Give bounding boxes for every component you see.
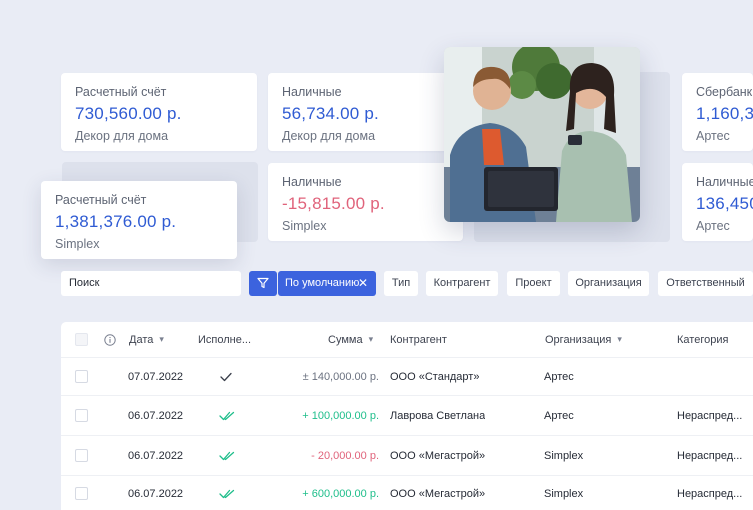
account-card[interactable]: Сбербанк 1,160,37 Артес: [682, 73, 753, 151]
account-balance: 730,560.00 р.: [75, 104, 182, 123]
filter-project[interactable]: Проект: [507, 271, 560, 296]
column-organization-label: Организация: [545, 333, 612, 346]
row-organization: Simplex: [544, 487, 584, 500]
account-organization: Артес: [696, 219, 730, 233]
account-card[interactable]: Расчетный счёт 730,560.00 р. Декор для д…: [61, 73, 257, 151]
account-balance: 136,450: [696, 194, 753, 213]
account-name: Расчетный счёт: [75, 85, 167, 99]
column-counterparty[interactable]: Контрагент: [390, 322, 447, 357]
default-filter-chip[interactable]: По умолчанию ✕: [278, 271, 376, 296]
table-row[interactable]: 06.07.2022 - 20,000.00 р. ООО «Мегастрой» S…: [61, 436, 753, 476]
row-category: Нераспред...: [677, 487, 743, 500]
column-executed-label: Исполне...: [198, 333, 252, 346]
table-row[interactable]: 06.07.2022 + 600,000.00 р. ООО «Мегастрой»…: [61, 474, 753, 510]
row-select-cell: [75, 474, 88, 510]
filter-counterparty[interactable]: Контрагент: [426, 271, 498, 296]
row-date: 07.07.2022: [128, 370, 184, 383]
info-cell: [104, 322, 116, 357]
search-input[interactable]: Поиск: [61, 271, 241, 296]
filter-button[interactable]: [249, 271, 277, 296]
double-check-icon: [219, 396, 235, 435]
row-amount: + 100,000.00 р.: [302, 409, 379, 422]
table-row[interactable]: 07.07.2022 ± 140,000.00 р. ООО «Стандарт» А…: [61, 358, 753, 396]
account-card-floating[interactable]: Расчетный счёт 1,381,376.00 р. Simplex: [41, 181, 237, 259]
select-all-checkbox[interactable]: [75, 333, 88, 346]
row-checkbox[interactable]: [75, 487, 88, 500]
filter-type[interactable]: Тип: [384, 271, 418, 296]
row-date: 06.07.2022: [128, 449, 184, 462]
row-amount: ± 140,000.00 р.: [302, 370, 379, 383]
column-category-label: Категория: [677, 333, 729, 346]
row-counterparty: Лаврова Светлана: [390, 409, 486, 422]
row-select-cell: [75, 436, 88, 475]
row-checkbox[interactable]: [75, 370, 88, 383]
column-date-label: Дата: [129, 333, 154, 346]
account-organization: Декор для дома: [75, 129, 169, 143]
account-balance: 56,734.00 р.: [282, 104, 379, 123]
row-counterparty: ООО «Мегастрой»: [390, 449, 486, 462]
account-organization: Simplex: [55, 237, 100, 251]
column-counterparty-label: Контрагент: [390, 333, 447, 346]
account-card[interactable]: Наличные 136,450 Артес: [682, 163, 753, 241]
account-card[interactable]: Наличные 56,734.00 р. Декор для дома: [268, 73, 463, 151]
column-executed[interactable]: Исполне...: [198, 322, 251, 357]
row-organization: Артес: [544, 370, 574, 383]
column-amount-label: Сумма: [328, 333, 363, 346]
transactions-table: Дата ▾ Исполне... Сумма ▾ Контрагент Орг…: [61, 322, 753, 510]
row-organization: Артес: [544, 409, 574, 422]
row-checkbox[interactable]: [75, 409, 88, 422]
account-balance: -15,815.00 р.: [282, 194, 385, 213]
row-select-cell: [75, 358, 88, 395]
column-amount[interactable]: Сумма ▾: [328, 322, 373, 357]
table-row[interactable]: 06.07.2022 + 100,000.00 р. Лаврова Светлан…: [61, 396, 753, 436]
row-date: 06.07.2022: [128, 487, 184, 500]
chevron-down-icon: ▾: [368, 334, 374, 344]
double-check-icon: [219, 474, 235, 510]
row-category: Нераспред...: [677, 449, 743, 462]
row-counterparty: ООО «Стандарт»: [390, 370, 480, 383]
row-amount: - 20,000.00 р.: [311, 449, 379, 462]
account-name: Сбербанк: [696, 85, 753, 99]
row-amount: + 600,000.00 р.: [302, 487, 379, 500]
account-name: Наличные: [696, 175, 753, 189]
account-balance: 1,381,376.00 р.: [55, 212, 177, 231]
filter-responsible[interactable]: Ответственный: [658, 271, 753, 296]
account-organization: Артес: [696, 129, 730, 143]
account-name: Расчетный счёт: [55, 193, 147, 207]
select-all-cell: [75, 322, 88, 357]
double-check-icon: [219, 436, 235, 475]
account-name: Наличные: [282, 85, 342, 99]
chevron-down-icon: ▾: [617, 334, 622, 344]
account-name: Наличные: [282, 175, 342, 189]
account-organization: Simplex: [282, 219, 327, 233]
row-date: 06.07.2022: [128, 409, 184, 422]
account-organization: Декор для дома: [282, 129, 376, 143]
row-checkbox[interactable]: [75, 449, 88, 462]
column-category[interactable]: Категория: [677, 322, 728, 357]
info-icon[interactable]: [104, 333, 116, 346]
team-photo: [444, 47, 640, 222]
row-counterparty: ООО «Мегастрой»: [390, 487, 486, 500]
account-balance: 1,160,37: [696, 104, 753, 123]
row-category: Нераспред...: [677, 409, 743, 422]
check-icon: [219, 358, 233, 395]
default-filter-label: По умолчанию: [285, 277, 360, 289]
close-icon[interactable]: ✕: [358, 271, 368, 296]
filter-icon: [257, 277, 269, 289]
filter-organization[interactable]: Организация: [568, 271, 649, 296]
column-date[interactable]: Дата ▾: [129, 322, 164, 357]
column-organization[interactable]: Организация ▾: [545, 322, 622, 357]
chevron-down-icon: ▾: [159, 334, 164, 344]
row-select-cell: [75, 396, 88, 435]
table-header: Дата ▾ Исполне... Сумма ▾ Контрагент Орг…: [61, 322, 753, 358]
account-card[interactable]: Наличные -15,815.00 р. Simplex: [268, 163, 463, 241]
row-organization: Simplex: [544, 449, 584, 462]
